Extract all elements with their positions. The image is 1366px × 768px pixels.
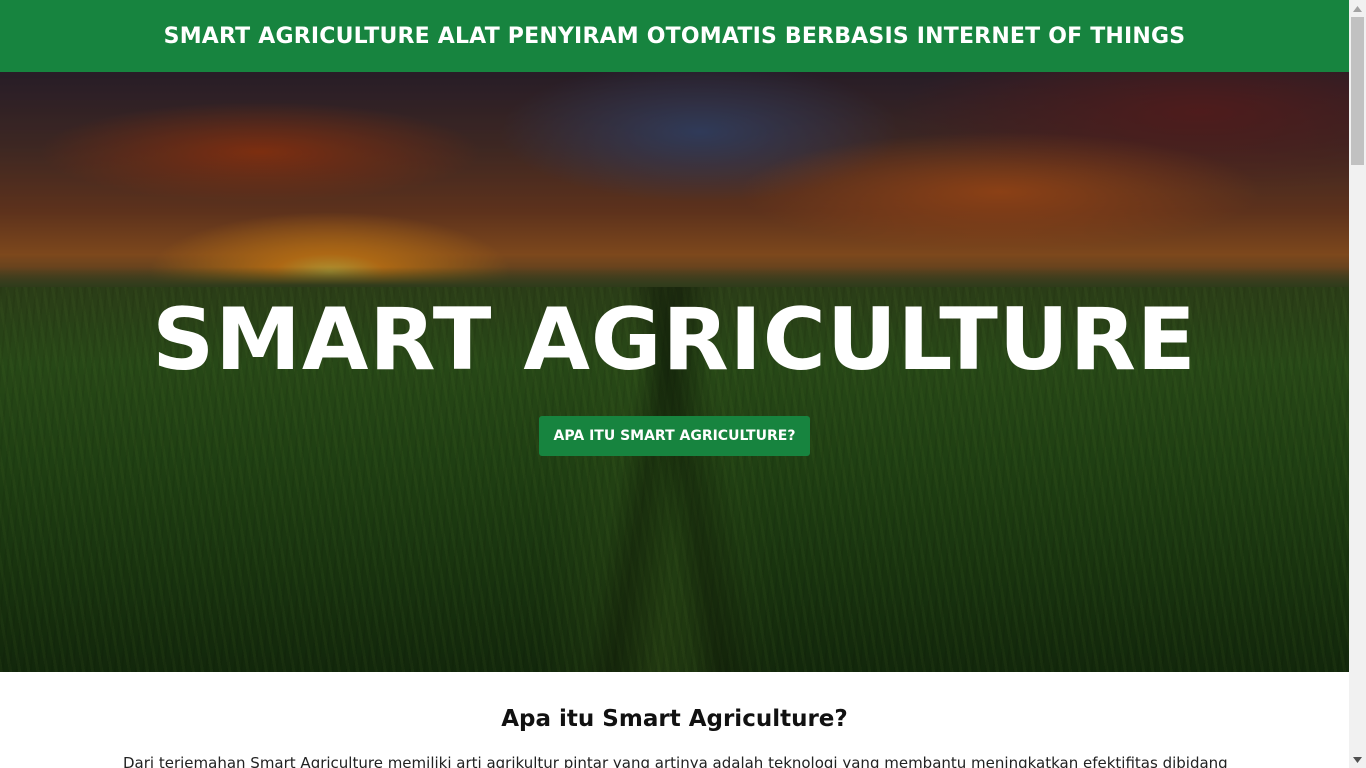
about-paragraph: Dari terjemahan Smart Agriculture memili… <box>123 754 1233 768</box>
learn-more-button[interactable]: APA ITU SMART AGRICULTURE? <box>539 416 810 456</box>
page: SMART AGRICULTURE ALAT PENYIRAM OTOMATIS… <box>0 0 1349 768</box>
triangle-up-icon[interactable] <box>1349 0 1366 17</box>
scrollbar-thumb[interactable] <box>1351 17 1364 165</box>
hero-section: SMART AGRICULTURE APA ITU SMART AGRICULT… <box>0 72 1349 672</box>
triangle-down-icon[interactable] <box>1349 751 1366 768</box>
site-title: SMART AGRICULTURE ALAT PENYIRAM OTOMATIS… <box>163 23 1186 49</box>
hero-content: SMART AGRICULTURE APA ITU SMART AGRICULT… <box>0 72 1349 672</box>
vertical-scrollbar[interactable] <box>1349 0 1366 768</box>
about-section: Apa itu Smart Agriculture? Dari terjemah… <box>0 672 1349 768</box>
top-header: SMART AGRICULTURE ALAT PENYIRAM OTOMATIS… <box>0 0 1349 72</box>
about-title: Apa itu Smart Agriculture? <box>501 706 848 732</box>
hero-heading: SMART AGRICULTURE <box>152 290 1197 390</box>
